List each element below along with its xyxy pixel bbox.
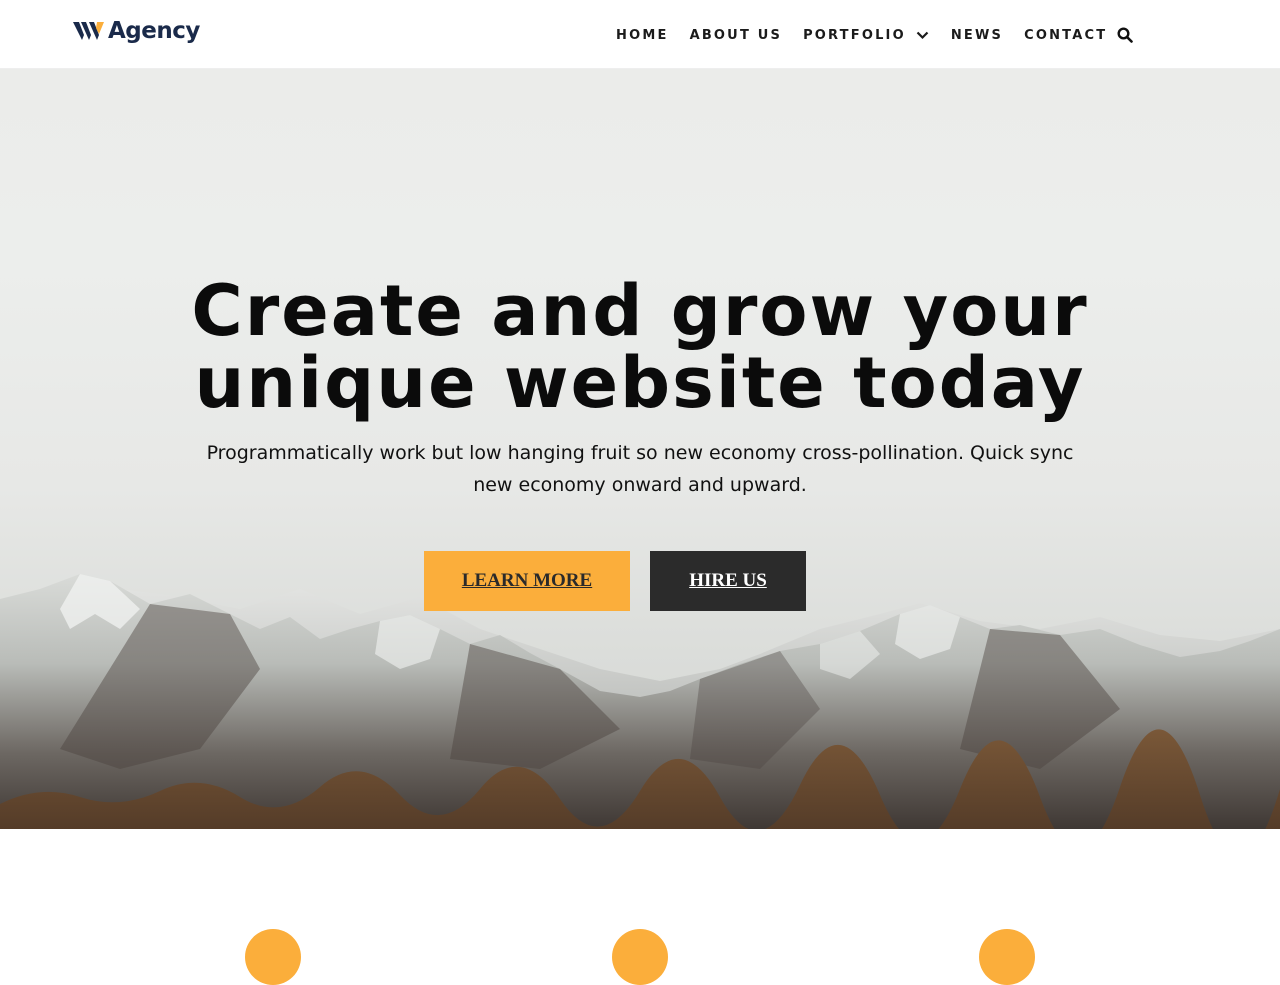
learn-more-button[interactable]: LEARN MORE — [424, 551, 630, 611]
main-nav: HOME ABOUT US PORTFOLIO NEWS CONTACT — [616, 24, 1134, 46]
nav-item-news[interactable]: NEWS — [951, 28, 1003, 43]
nav-item-home[interactable]: HOME — [616, 28, 669, 43]
hero-title: Create and grow your unique website toda… — [191, 270, 1089, 424]
features-section — [0, 829, 1280, 985]
hire-us-button[interactable]: HIRE US — [650, 551, 806, 611]
nav-item-contact[interactable]: CONTACT — [1024, 28, 1107, 43]
nav-item-portfolio[interactable]: PORTFOLIO — [803, 28, 929, 43]
w-logo-icon — [73, 22, 104, 40]
feature-circle-icon — [979, 929, 1035, 985]
feature-circle-icon — [245, 929, 301, 985]
chevron-down-icon — [916, 31, 929, 39]
site-header: Agency HOME ABOUT US PORTFOLIO NEWS CONT… — [0, 0, 1280, 69]
nav-item-portfolio-label: PORTFOLIO — [803, 27, 906, 43]
search-icon[interactable] — [1117, 27, 1134, 43]
hero-section: Create and grow your unique website toda… — [0, 69, 1280, 829]
nav-item-about-us[interactable]: ABOUT US — [690, 28, 783, 43]
brand-logo[interactable]: Agency — [73, 18, 200, 44]
hero-subtitle: Programmatically work but low hanging fr… — [206, 442, 1074, 496]
brand-name: Agency — [108, 18, 200, 44]
feature-circle-icon — [612, 929, 668, 985]
